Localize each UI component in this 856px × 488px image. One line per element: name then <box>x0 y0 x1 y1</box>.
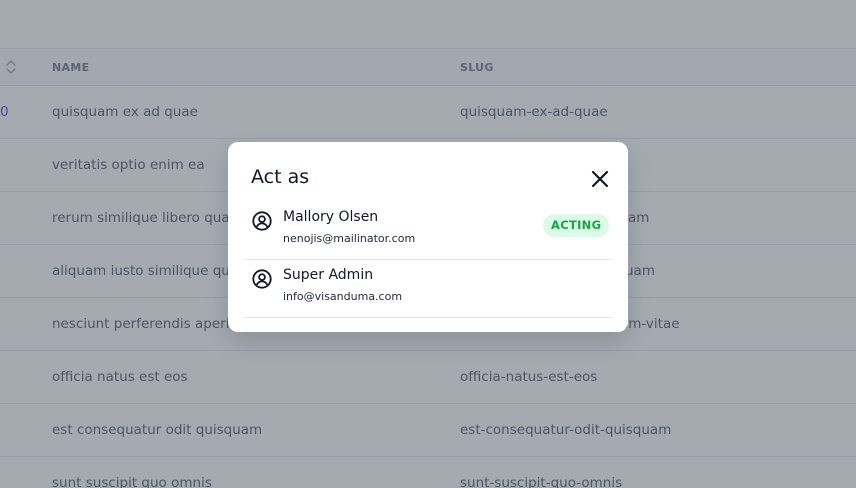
close-icon[interactable] <box>589 168 611 190</box>
user-email: info@visanduma.com <box>283 290 403 303</box>
user-circle-icon <box>252 269 272 289</box>
modal-title: Act as <box>251 166 310 188</box>
user-circle-icon <box>252 211 272 231</box>
user-option-mallory-olsen[interactable]: Mallory Olsen nenojis@mailinator.com ACT… <box>243 202 613 260</box>
act-as-modal: Act as Mallory Olsen nenojis@mailinator.… <box>228 142 628 332</box>
acting-badge: ACTING <box>543 214 610 237</box>
user-name: Mallory Olsen <box>283 209 379 225</box>
user-email: nenojis@mailinator.com <box>283 232 416 245</box>
user-name: Super Admin <box>283 267 374 283</box>
user-option-super-admin[interactable]: Super Admin info@visanduma.com <box>243 260 613 318</box>
